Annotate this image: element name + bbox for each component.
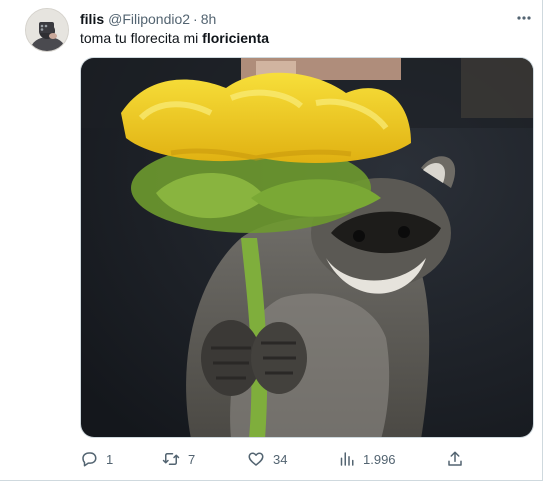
tweet-actions: 1 7 34 1.996 (80, 449, 470, 469)
views-count: 1.996 (363, 451, 396, 467)
tweet[interactable]: filis @Filipondio2 · 8h toma tu florecit… (0, 0, 543, 481)
retweet-count: 7 (188, 451, 196, 467)
heart-icon (248, 452, 264, 466)
views-button[interactable]: 1.996 (337, 449, 396, 469)
tweet-text-regular: toma tu florecita mi (80, 30, 203, 46)
like-button[interactable]: 34 (247, 449, 287, 469)
reply-icon (82, 452, 97, 467)
display-name[interactable]: filis (80, 11, 104, 27)
like-count: 34 (273, 451, 288, 467)
timestamp[interactable]: 8h (201, 11, 217, 27)
avatar[interactable] (25, 8, 69, 52)
user-handle[interactable]: @Filipondio2 (108, 11, 190, 27)
tweet-text: toma tu florecita mi floricienta (80, 29, 269, 47)
retweet-button[interactable]: 7 (162, 449, 195, 469)
tweet-header: filis @Filipondio2 · 8h (80, 9, 216, 29)
share-icon (448, 451, 462, 466)
reply-button[interactable]: 1 (80, 449, 113, 469)
raccoon-sunflower-image (81, 58, 533, 437)
retweet-icon (162, 453, 180, 465)
reply-count: 1 (106, 451, 114, 467)
tweet-media[interactable] (80, 57, 534, 438)
avatar-image (26, 9, 68, 51)
views-icon (340, 452, 354, 466)
more-options-button[interactable] (511, 8, 537, 28)
separator-dot: · (193, 11, 198, 27)
share-button[interactable] (446, 449, 464, 469)
tweet-text-bold: floricienta (202, 30, 270, 46)
more-dots-icon (517, 16, 531, 20)
